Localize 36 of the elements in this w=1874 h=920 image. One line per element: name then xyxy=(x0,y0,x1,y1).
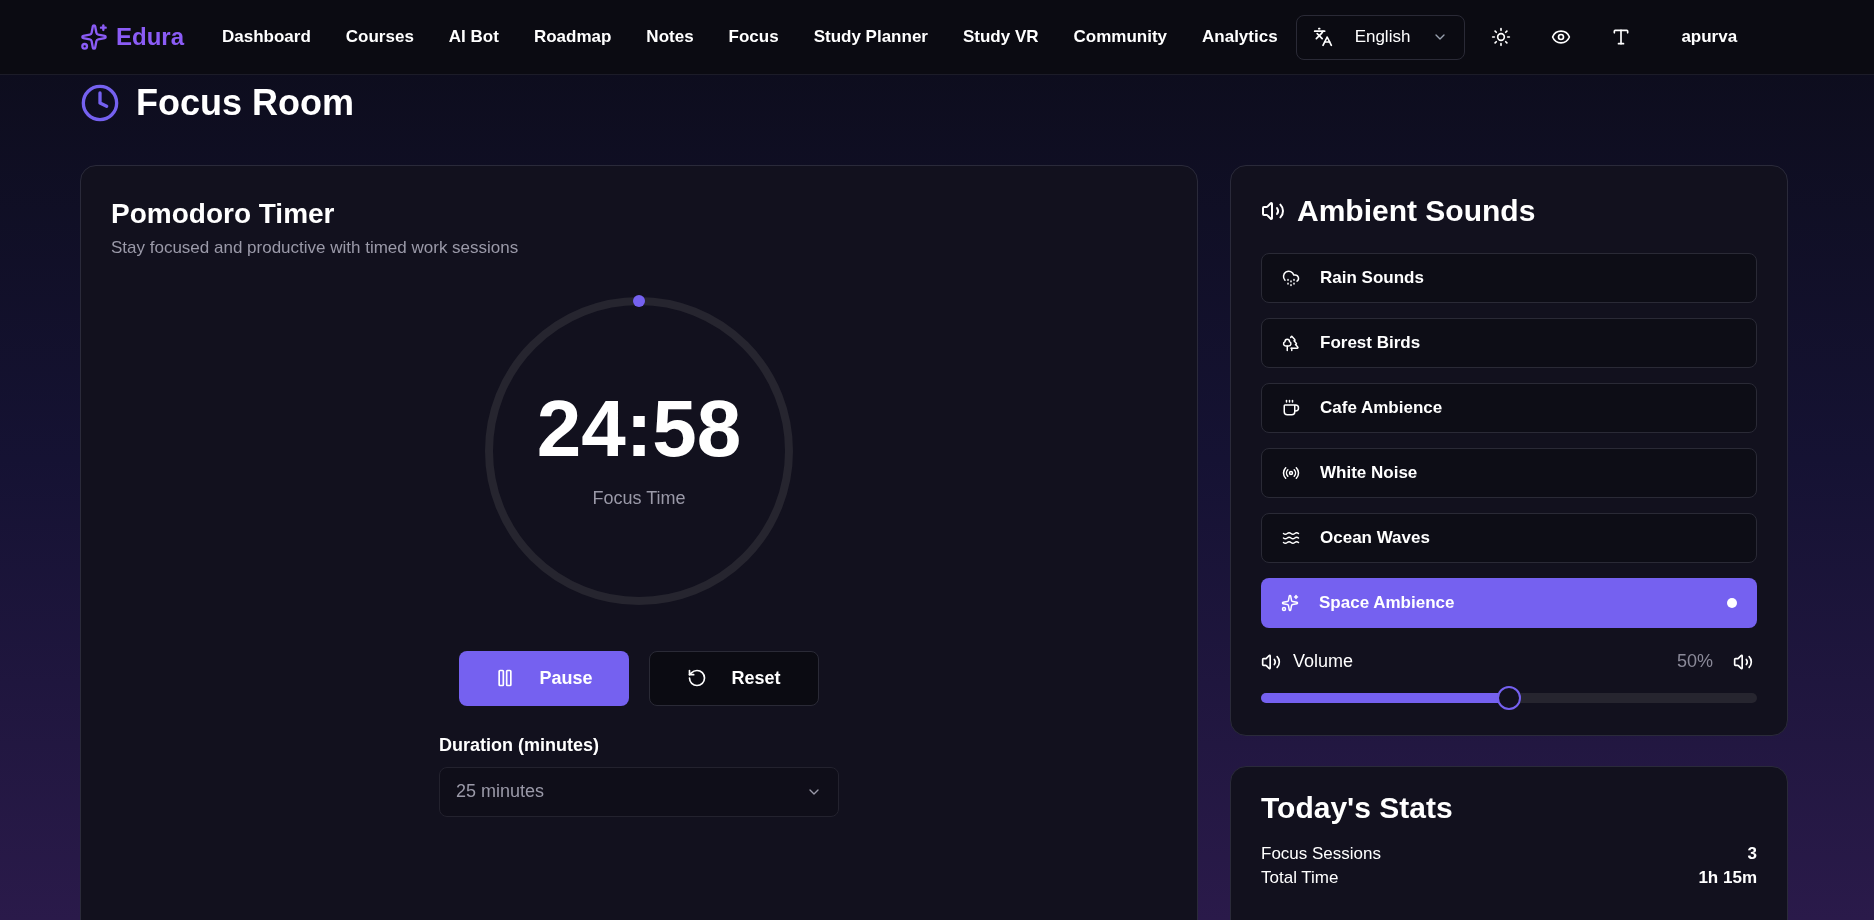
nav-link[interactable]: Notes xyxy=(646,24,694,50)
nav-link[interactable]: Dashboard xyxy=(222,24,311,50)
duration-select[interactable]: 25 minutes xyxy=(439,766,839,817)
brand-name[interactable]: Edura xyxy=(116,19,184,55)
sound-option[interactable]: Rain Sounds xyxy=(1261,253,1757,303)
nav-link[interactable]: Roadmap xyxy=(533,24,612,50)
volume-label: Volume xyxy=(1293,650,1355,673)
timer-mode: Focus Time xyxy=(592,487,686,510)
nav-link[interactable]: AI Bot xyxy=(448,24,499,50)
timer-time: 24:58 xyxy=(536,389,742,469)
sound-option[interactable]: Ocean Waves xyxy=(1261,513,1757,563)
sound-option[interactable]: Space Ambience xyxy=(1261,578,1757,628)
sound-option[interactable]: Cafe Ambience xyxy=(1261,383,1757,433)
stat-label: Total Time xyxy=(1261,866,1339,889)
nav-link[interactable]: Courses xyxy=(345,24,414,50)
language-select[interactable]: English xyxy=(1295,14,1466,60)
nav-link[interactable]: Study VR xyxy=(962,24,1039,50)
card-title: Ambient Sounds xyxy=(1297,193,1536,229)
duration-label: Duration (minutes) xyxy=(439,733,600,757)
volume-reading: 50% xyxy=(1676,650,1713,673)
card-title: Today's Stats xyxy=(1261,790,1454,826)
reset-button[interactable]: Reset xyxy=(649,650,819,706)
stat-value: 3 xyxy=(1747,842,1757,865)
nav-link[interactable]: Analytics xyxy=(1202,24,1278,50)
card-title: Pomodoro Timer xyxy=(111,197,336,231)
page-title: Focus Room xyxy=(136,81,354,125)
sound-option[interactable]: Forest Birds xyxy=(1261,318,1757,368)
pause-button[interactable]: Pause xyxy=(459,650,629,706)
user-name[interactable]: apurva xyxy=(1681,24,1738,50)
nav-link[interactable]: Community xyxy=(1073,24,1168,50)
stat-label: Focus Sessions xyxy=(1261,842,1381,865)
stat-value: 1h 15m xyxy=(1698,866,1757,889)
sound-option[interactable]: White Noise xyxy=(1261,448,1757,498)
card-subtitle: Stay focused and productive with timed work sessions xyxy=(111,237,520,259)
nav-link[interactable]: Study Planner xyxy=(813,24,928,50)
nav-link[interactable]: Focus xyxy=(728,24,779,50)
